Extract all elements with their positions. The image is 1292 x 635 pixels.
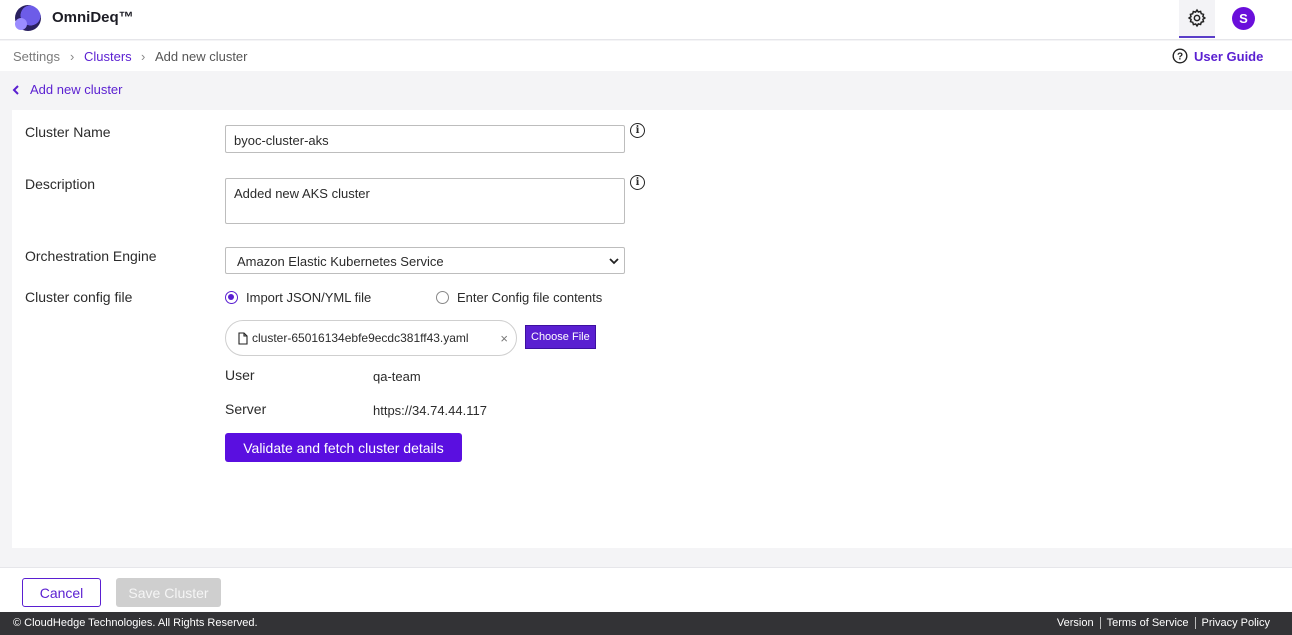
top-header: OmniDeq™ S [0,0,1292,40]
breadcrumb-separator: › [141,49,146,64]
breadcrumb-separator: › [70,49,75,64]
cluster-config-file-label: Cluster config file [25,289,133,305]
import-json-radio[interactable]: Import JSON/YML file [225,290,371,305]
radio-unchecked-icon [436,291,449,304]
breadcrumb-current: Add new cluster [155,49,248,64]
form-actions: Cancel Save Cluster [0,567,1292,612]
breadcrumb-settings[interactable]: Settings [13,49,60,64]
save-cluster-button[interactable]: Save Cluster [116,578,221,607]
back-to-add-cluster-link[interactable]: Add new cluster [12,82,123,97]
breadcrumb: Settings › Clusters › Add new cluster ? … [0,41,1292,71]
selected-file-chip: cluster-65016134ebfe9ecdc381ff43.yaml × [225,320,517,356]
logo-accent [15,18,27,30]
orchestration-engine-value: Amazon Elastic Kubernetes Service [237,254,444,269]
server-label: Server [225,401,267,417]
user-guide-link[interactable]: ? User Guide [1172,48,1263,64]
user-value: qa-team [373,369,421,384]
cluster-name-info-icon[interactable]: i [630,123,645,138]
remove-file-icon[interactable]: × [500,331,508,346]
enter-config-label: Enter Config file contents [457,290,603,305]
choose-file-button[interactable]: Choose File [525,325,596,349]
user-guide-label: User Guide [1194,48,1264,64]
footer-link-terms[interactable]: Terms of Service [1099,617,1195,629]
radio-checked-icon [225,291,238,304]
add-cluster-form: Cluster Name byoc-cluster-aks i Descript… [12,110,1292,548]
user-label: User [225,367,255,383]
settings-gear-button[interactable] [1179,0,1215,38]
footer-links: Version Terms of Service Privacy Policy [1051,617,1276,629]
validate-fetch-button[interactable]: Validate and fetch cluster details [225,433,462,462]
orchestration-engine-label: Orchestration Engine [25,248,157,264]
server-value: https://34.74.44.117 [373,403,487,418]
chevron-down-icon [609,258,619,265]
cluster-name-input[interactable]: byoc-cluster-aks [225,125,625,153]
app-title: OmniDeq™ [52,9,134,26]
user-avatar[interactable]: S [1232,7,1255,30]
page-footer: © CloudHedge Technologies. All Rights Re… [0,612,1292,635]
svg-text:?: ? [1177,52,1183,63]
description-text: Added new AKS cluster [234,186,370,201]
cancel-button[interactable]: Cancel [22,578,101,607]
selected-file-name: cluster-65016134ebfe9ecdc381ff43.yaml [252,331,469,345]
footer-link-version[interactable]: Version [1051,617,1100,629]
footer-link-privacy[interactable]: Privacy Policy [1194,617,1276,629]
orchestration-engine-select[interactable]: Amazon Elastic Kubernetes Service [225,247,625,274]
import-json-label: Import JSON/YML file [246,290,372,305]
back-link-label: Add new cluster [30,82,123,97]
description-label: Description [25,176,96,192]
copyright-text: © CloudHedge Technologies. All Rights Re… [13,617,258,629]
file-icon [238,331,248,345]
enter-config-radio[interactable]: Enter Config file contents [436,290,602,305]
chevron-left-icon [12,84,19,95]
gear-icon [1187,8,1207,28]
description-textarea[interactable]: Added new AKS cluster [225,178,625,224]
help-circle-icon: ? [1172,48,1188,64]
description-info-icon[interactable]: i [630,175,645,190]
breadcrumb-clusters[interactable]: Clusters [84,49,132,64]
cluster-name-label: Cluster Name [25,124,111,140]
